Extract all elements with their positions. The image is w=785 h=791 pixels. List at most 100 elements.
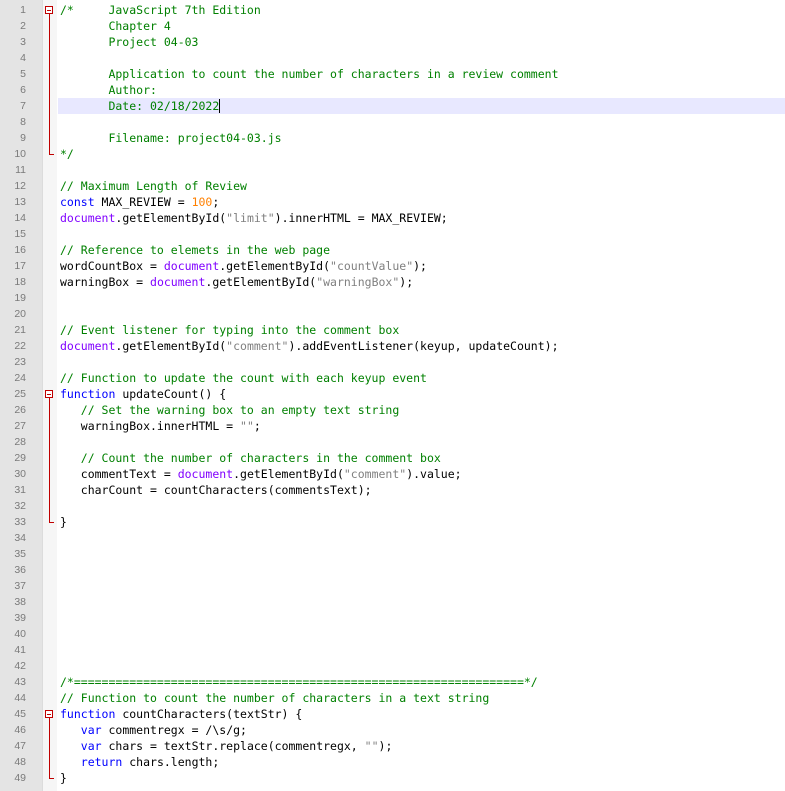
code-text[interactable]: return chars.length; bbox=[58, 754, 785, 770]
code-line[interactable]: 40 bbox=[0, 626, 785, 642]
code-line[interactable]: 38 bbox=[0, 594, 785, 610]
code-line[interactable]: 3 Project 04-03 bbox=[0, 34, 785, 50]
code-text[interactable] bbox=[58, 546, 785, 562]
code-line[interactable]: 16 // Reference to elemets in the web pag… bbox=[0, 242, 785, 258]
code-text[interactable]: Author: bbox=[58, 82, 785, 98]
code-line[interactable]: 1 /* JavaScript 7th Edition bbox=[0, 2, 785, 18]
code-text[interactable]: // Set the warning box to an empty text … bbox=[58, 402, 785, 418]
code-text[interactable]: } bbox=[58, 514, 785, 530]
code-line[interactable]: 46 var commentregx = /\s/g; bbox=[0, 722, 785, 738]
code-editor[interactable]: 1/* JavaScript 7th Edition 2 Chapter 43 P… bbox=[0, 0, 785, 791]
code-text[interactable]: document.getElementById("comment").addEv… bbox=[58, 338, 785, 354]
code-line[interactable]: 28 bbox=[0, 434, 785, 450]
code-line[interactable]: 25 function updateCount() { bbox=[0, 386, 785, 402]
code-line[interactable]: 35 bbox=[0, 546, 785, 562]
code-line[interactable]: 30 commentText = document.getElementById… bbox=[0, 466, 785, 482]
code-line[interactable]: 22 document.getElementById("comment").add… bbox=[0, 338, 785, 354]
code-text[interactable]: commentText = document.getElementById("c… bbox=[58, 466, 785, 482]
code-line[interactable]: 8 bbox=[0, 114, 785, 130]
code-text[interactable] bbox=[58, 498, 785, 514]
code-text[interactable]: // Reference to elemets in the web page bbox=[58, 242, 785, 258]
code-text[interactable] bbox=[58, 610, 785, 626]
code-line[interactable]: 27 warningBox.innerHTML = ""; bbox=[0, 418, 785, 434]
code-line[interactable]: 17 wordCountBox = document.getElementById… bbox=[0, 258, 785, 274]
code-text[interactable] bbox=[58, 562, 785, 578]
code-text[interactable] bbox=[58, 642, 785, 658]
code-text[interactable]: document.getElementById("limit").innerHT… bbox=[58, 210, 785, 226]
code-line[interactable]: 23 bbox=[0, 354, 785, 370]
code-text[interactable]: */ bbox=[58, 146, 785, 162]
code-text[interactable] bbox=[58, 530, 785, 546]
fold-toggle-icon[interactable] bbox=[45, 6, 53, 14]
code-line[interactable]: 44 // Function to count the number of cha… bbox=[0, 690, 785, 706]
code-line[interactable]: 49} bbox=[0, 770, 785, 786]
code-line[interactable]: 19 bbox=[0, 290, 785, 306]
fold-toggle-icon[interactable] bbox=[45, 710, 53, 718]
code-text[interactable]: // Function to count the number of chara… bbox=[58, 690, 785, 706]
code-line[interactable]: 45 function countCharacters(textStr) { bbox=[0, 706, 785, 722]
code-text[interactable] bbox=[58, 434, 785, 450]
code-text[interactable]: warningBox = document.getElementById("wa… bbox=[58, 274, 785, 290]
code-line[interactable]: 13 const MAX_REVIEW = 100; bbox=[0, 194, 785, 210]
code-line[interactable]: 31 charCount = countCharacters(commentsT… bbox=[0, 482, 785, 498]
code-text[interactable] bbox=[58, 626, 785, 642]
code-text[interactable] bbox=[58, 594, 785, 610]
code-text[interactable]: // Maximum Length of Review bbox=[58, 178, 785, 194]
code-text[interactable] bbox=[58, 162, 785, 178]
code-line[interactable]: 12 // Maximum Length of Review bbox=[0, 178, 785, 194]
code-line[interactable]: 7 Date: 02/18/2022 bbox=[0, 98, 785, 114]
code-line[interactable]: 5 Application to count the number of cha… bbox=[0, 66, 785, 82]
code-text[interactable]: Chapter 4 bbox=[58, 18, 785, 34]
code-text[interactable]: } bbox=[58, 770, 785, 786]
code-line[interactable]: 10 */ bbox=[0, 146, 785, 162]
code-line[interactable]: 34 bbox=[0, 530, 785, 546]
code-text[interactable]: var chars = textStr.replace(commentregx,… bbox=[58, 738, 785, 754]
code-line[interactable]: 32 bbox=[0, 498, 785, 514]
code-line[interactable]: 18 warningBox = document.getElementById("… bbox=[0, 274, 785, 290]
code-text[interactable]: Application to count the number of chara… bbox=[58, 66, 785, 82]
code-line[interactable]: 9 Filename: project04-03.js bbox=[0, 130, 785, 146]
code-line[interactable]: 33} bbox=[0, 514, 785, 530]
code-line[interactable]: 4 bbox=[0, 50, 785, 66]
code-text[interactable]: warningBox.innerHTML = ""; bbox=[58, 418, 785, 434]
code-text[interactable] bbox=[58, 578, 785, 594]
code-text[interactable] bbox=[58, 354, 785, 370]
code-text[interactable]: function countCharacters(textStr) { bbox=[58, 706, 785, 722]
code-line[interactable]: 11 bbox=[0, 162, 785, 178]
code-line[interactable]: 15 bbox=[0, 226, 785, 242]
code-line[interactable]: 48 return chars.length; bbox=[0, 754, 785, 770]
code-text[interactable] bbox=[58, 658, 785, 674]
code-text[interactable]: const MAX_REVIEW = 100; bbox=[58, 194, 785, 210]
code-line[interactable]: 36 bbox=[0, 562, 785, 578]
code-line[interactable]: 47 var chars = textStr.replace(commentre… bbox=[0, 738, 785, 754]
code-text[interactable] bbox=[58, 114, 785, 130]
code-text[interactable]: /*======================================… bbox=[58, 674, 785, 690]
code-line[interactable]: 26 // Set the warning box to an empty te… bbox=[0, 402, 785, 418]
code-text[interactable]: var commentregx = /\s/g; bbox=[58, 722, 785, 738]
code-text[interactable] bbox=[58, 226, 785, 242]
code-line[interactable]: 39 bbox=[0, 610, 785, 626]
code-text[interactable] bbox=[58, 306, 785, 322]
code-line[interactable]: 2 Chapter 4 bbox=[0, 18, 785, 34]
code-text[interactable] bbox=[58, 290, 785, 306]
code-line[interactable]: 41 bbox=[0, 642, 785, 658]
code-text[interactable]: Date: 02/18/2022 bbox=[58, 98, 785, 114]
code-text[interactable]: charCount = countCharacters(commentsText… bbox=[58, 482, 785, 498]
code-text[interactable]: // Event listener for typing into the co… bbox=[58, 322, 785, 338]
code-text[interactable]: Filename: project04-03.js bbox=[58, 130, 785, 146]
code-line[interactable]: 42 bbox=[0, 658, 785, 674]
code-text[interactable]: // Count the number of characters in the… bbox=[58, 450, 785, 466]
code-line[interactable]: 20 bbox=[0, 306, 785, 322]
code-text[interactable]: Project 04-03 bbox=[58, 34, 785, 50]
code-text[interactable]: function updateCount() { bbox=[58, 386, 785, 402]
code-text[interactable] bbox=[58, 50, 785, 66]
code-text[interactable]: wordCountBox = document.getElementById("… bbox=[58, 258, 785, 274]
code-line[interactable]: 14 document.getElementById("limit").inner… bbox=[0, 210, 785, 226]
code-line[interactable]: 21 // Event listener for typing into the … bbox=[0, 322, 785, 338]
code-line[interactable]: 43 /*====================================… bbox=[0, 674, 785, 690]
fold-toggle-icon[interactable] bbox=[45, 390, 53, 398]
code-line[interactable]: 24 // Function to update the count with e… bbox=[0, 370, 785, 386]
code-text[interactable]: /* JavaScript 7th Edition bbox=[58, 2, 785, 18]
code-line[interactable]: 6 Author: bbox=[0, 82, 785, 98]
code-line[interactable]: 37 bbox=[0, 578, 785, 594]
